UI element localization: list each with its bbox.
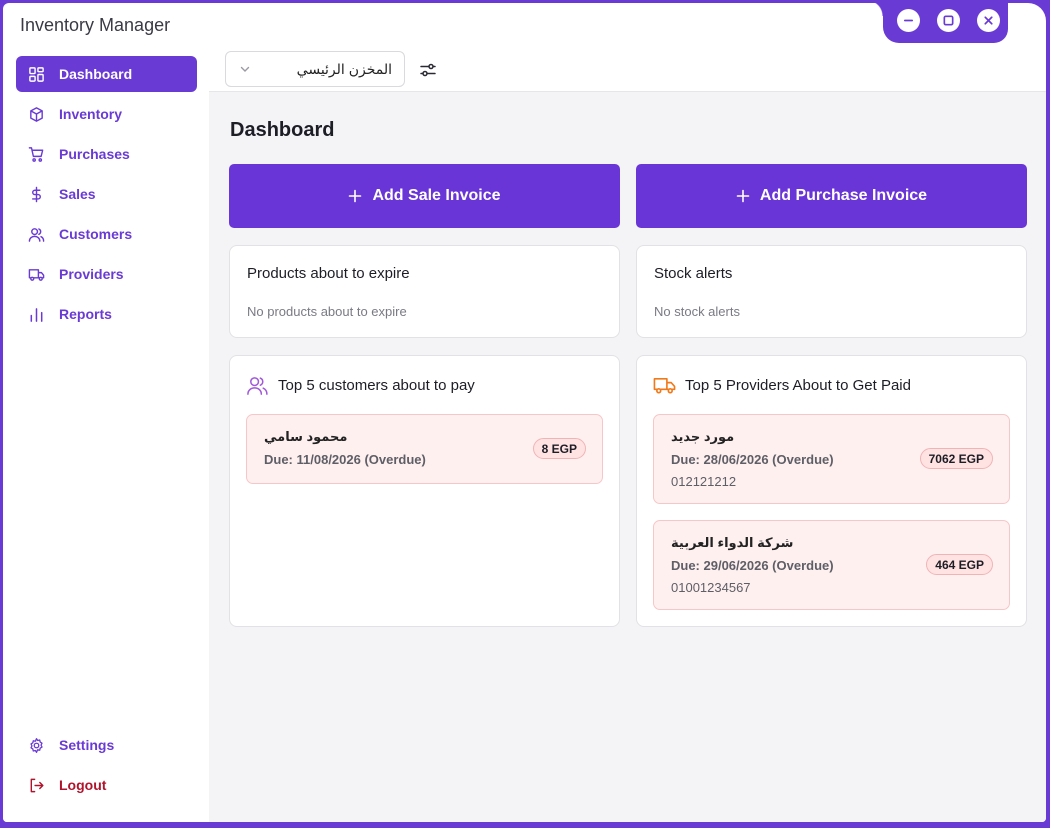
sidebar-item-providers[interactable]: Providers	[16, 256, 197, 292]
users-icon	[246, 374, 269, 397]
maximize-icon	[943, 15, 954, 26]
providers-due-card: Top 5 Providers About to Get Paid مورد ج…	[636, 355, 1027, 627]
add-purchase-invoice-button[interactable]: Add Purchase Invoice	[636, 164, 1027, 228]
provider-name: مورد جديد	[671, 429, 735, 444]
warehouse-select[interactable]: المخزن الرئيسي	[225, 51, 405, 87]
provider-phone: 012121212	[671, 474, 737, 489]
box-icon	[28, 106, 45, 123]
due-date: Due: 11/08/2026 (Overdue)	[264, 452, 426, 467]
sidebar-item-sales[interactable]: Sales	[16, 176, 197, 212]
top-bar: المخزن الرئيسي	[209, 48, 1046, 92]
filter-button[interactable]	[419, 61, 437, 79]
sidebar-item-label: Logout	[59, 777, 107, 793]
minimize-icon	[903, 19, 914, 22]
page-title: Dashboard	[230, 119, 335, 141]
minimize-button[interactable]	[897, 9, 920, 32]
cart-icon	[28, 146, 45, 163]
provider-due-item[interactable]: شركة الدواء العربية Due: 29/06/2026 (Ove…	[653, 520, 1010, 610]
gear-icon	[28, 737, 45, 754]
add-purchase-invoice-label: Add Purchase Invoice	[759, 187, 928, 204]
truck-icon	[28, 266, 45, 283]
card-header: Top 5 Providers About to Get Paid	[653, 374, 911, 397]
sidebar-item-customers[interactable]: Customers	[16, 216, 197, 252]
app-title: Inventory Manager	[20, 15, 171, 35]
sidebar-item-label: Inventory	[59, 106, 123, 122]
customer-due-item[interactable]: محمود سامي Due: 11/08/2026 (Overdue) 8 E…	[246, 414, 603, 484]
sidebar-item-label: Sales	[59, 186, 96, 202]
card-title: Top 5 Providers About to Get Paid	[685, 377, 911, 394]
stock-alerts-card: Stock alerts No stock alerts	[636, 245, 1027, 338]
sidebar-item-dashboard[interactable]: Dashboard	[16, 56, 197, 92]
sliders-icon	[420, 63, 436, 77]
warehouse-select-value: المخزن الرئيسي	[296, 60, 392, 77]
provider-phone: 01001234567	[671, 580, 751, 595]
amount-badge: 8 EGP	[532, 438, 586, 459]
logout-icon	[28, 777, 45, 794]
due-date: Due: 28/06/2026 (Overdue)	[671, 452, 834, 467]
users-icon	[28, 226, 45, 243]
close-icon	[984, 16, 993, 25]
add-sale-invoice-label: Add Sale Invoice	[372, 187, 501, 204]
plus-icon	[736, 189, 750, 203]
customer-name: محمود سامي	[264, 429, 348, 444]
amount-badge: 464 EGP	[926, 554, 993, 575]
app-window: Inventory Manager Dashboard Inventory Pu…	[3, 3, 1046, 822]
maximize-button[interactable]	[937, 9, 960, 32]
add-sale-invoice-button[interactable]: Add Sale Invoice	[229, 164, 620, 228]
sidebar-item-logout[interactable]: Logout	[16, 767, 197, 803]
sidebar-item-label: Reports	[59, 306, 112, 322]
empty-message: No products about to expire	[247, 304, 407, 319]
sidebar-item-label: Dashboard	[59, 66, 133, 82]
plus-icon	[349, 189, 362, 203]
sidebar-item-reports[interactable]: Reports	[16, 296, 197, 332]
card-title: Stock alerts	[654, 265, 733, 282]
provider-due-item[interactable]: مورد جديد Due: 28/06/2026 (Overdue) 0121…	[653, 414, 1010, 504]
close-button[interactable]	[977, 9, 1000, 32]
grid-icon	[28, 66, 45, 83]
sidebar-item-label: Settings	[59, 737, 115, 753]
sidebar: Dashboard Inventory Purchases Sales Cust…	[3, 48, 209, 822]
card-header: Top 5 customers about to pay	[246, 374, 475, 397]
sidebar-item-label: Customers	[59, 226, 133, 242]
due-date: Due: 29/06/2026 (Overdue)	[671, 558, 834, 573]
expiring-products-card: Products about to expire No products abo…	[229, 245, 620, 338]
empty-message: No stock alerts	[654, 304, 740, 319]
sidebar-item-label: Purchases	[59, 146, 130, 162]
card-title: Products about to expire	[247, 265, 410, 282]
window-controls	[867, 3, 1008, 43]
dollar-icon	[28, 186, 45, 203]
sidebar-item-purchases[interactable]: Purchases	[16, 136, 197, 172]
customers-due-card: Top 5 customers about to pay محمود سامي …	[229, 355, 620, 627]
truck-icon	[653, 374, 676, 397]
amount-badge: 7062 EGP	[919, 448, 993, 469]
chevron-down-icon	[238, 62, 252, 76]
sidebar-item-inventory[interactable]: Inventory	[16, 96, 197, 132]
main-content: Dashboard Add Sale Invoice Add Purchase …	[209, 92, 1046, 822]
bar-chart-icon	[28, 306, 45, 323]
sidebar-item-label: Providers	[59, 266, 124, 282]
sidebar-item-settings[interactable]: Settings	[16, 727, 197, 763]
provider-name: شركة الدواء العربية	[671, 535, 794, 550]
card-title: Top 5 customers about to pay	[278, 377, 475, 394]
